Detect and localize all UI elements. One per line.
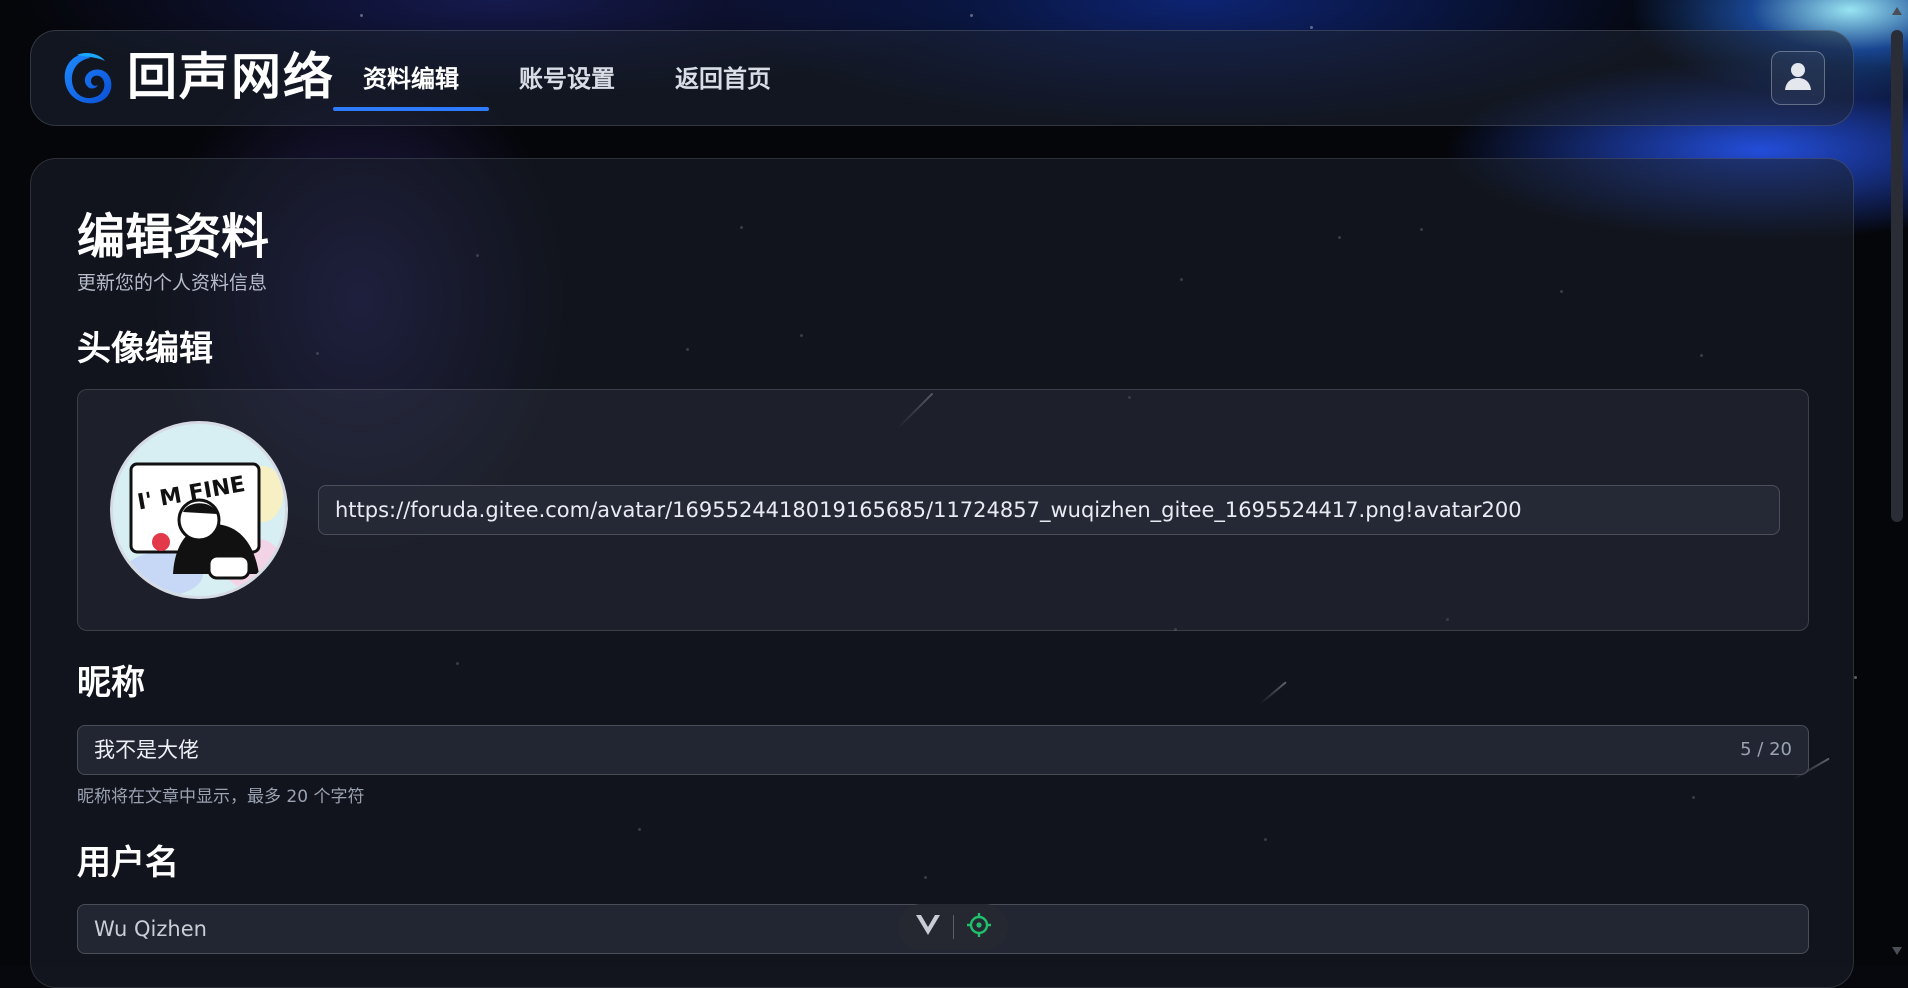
echo-logo-icon[interactable] bbox=[59, 49, 115, 109]
scrollbar-thumb[interactable] bbox=[1891, 30, 1903, 522]
page-subtitle: 更新您的个人资料信息 bbox=[77, 272, 268, 294]
vue-devtools-icon[interactable] bbox=[915, 914, 941, 940]
tab-profile-edit[interactable]: 资料编辑 bbox=[363, 59, 459, 99]
active-tab-indicator bbox=[333, 107, 489, 111]
tab-back-home[interactable]: 返回首页 bbox=[675, 59, 771, 99]
nickname-input[interactable]: 我不是大佬 5 / 20 bbox=[77, 725, 1809, 775]
avatar[interactable]: I' M FINE bbox=[110, 421, 288, 599]
user-menu-button[interactable] bbox=[1771, 51, 1825, 105]
tab-account-settings[interactable]: 账号设置 bbox=[519, 59, 615, 99]
scroll-down-icon[interactable] bbox=[1891, 946, 1903, 956]
avatar-url-input[interactable]: https://foruda.gitee.com/avatar/16955244… bbox=[318, 485, 1780, 535]
profile-edit-panel: 编辑资料 更新您的个人资料信息 头像编辑 I' M FINE https://f… bbox=[30, 158, 1854, 988]
toolbar-divider bbox=[952, 915, 954, 939]
page-title: 编辑资料 bbox=[77, 209, 270, 265]
username-section-title: 用户名 bbox=[77, 843, 179, 883]
scroll-up-icon[interactable] bbox=[1891, 6, 1903, 16]
top-nav-bar: 回声网络 资料编辑 账号设置 返回首页 bbox=[30, 30, 1854, 126]
avatar-section-title: 头像编辑 bbox=[77, 329, 213, 369]
nickname-value: 我不是大佬 bbox=[94, 738, 199, 762]
nickname-hint: 昵称将在文章中显示，最多 20 个字符 bbox=[77, 787, 365, 807]
nickname-char-counter: 5 / 20 bbox=[1740, 739, 1792, 760]
target-icon[interactable] bbox=[966, 912, 992, 942]
brand-name[interactable]: 回声网络 bbox=[127, 47, 335, 107]
dev-toolbar bbox=[898, 904, 1008, 950]
user-icon bbox=[1784, 61, 1812, 95]
avatar-editor-card: I' M FINE https://foruda.gitee.com/avata… bbox=[77, 389, 1809, 631]
nickname-section-title: 昵称 bbox=[77, 663, 145, 703]
page-scrollbar[interactable] bbox=[1886, 0, 1908, 966]
username-value: Wu Qizhen bbox=[94, 917, 207, 941]
